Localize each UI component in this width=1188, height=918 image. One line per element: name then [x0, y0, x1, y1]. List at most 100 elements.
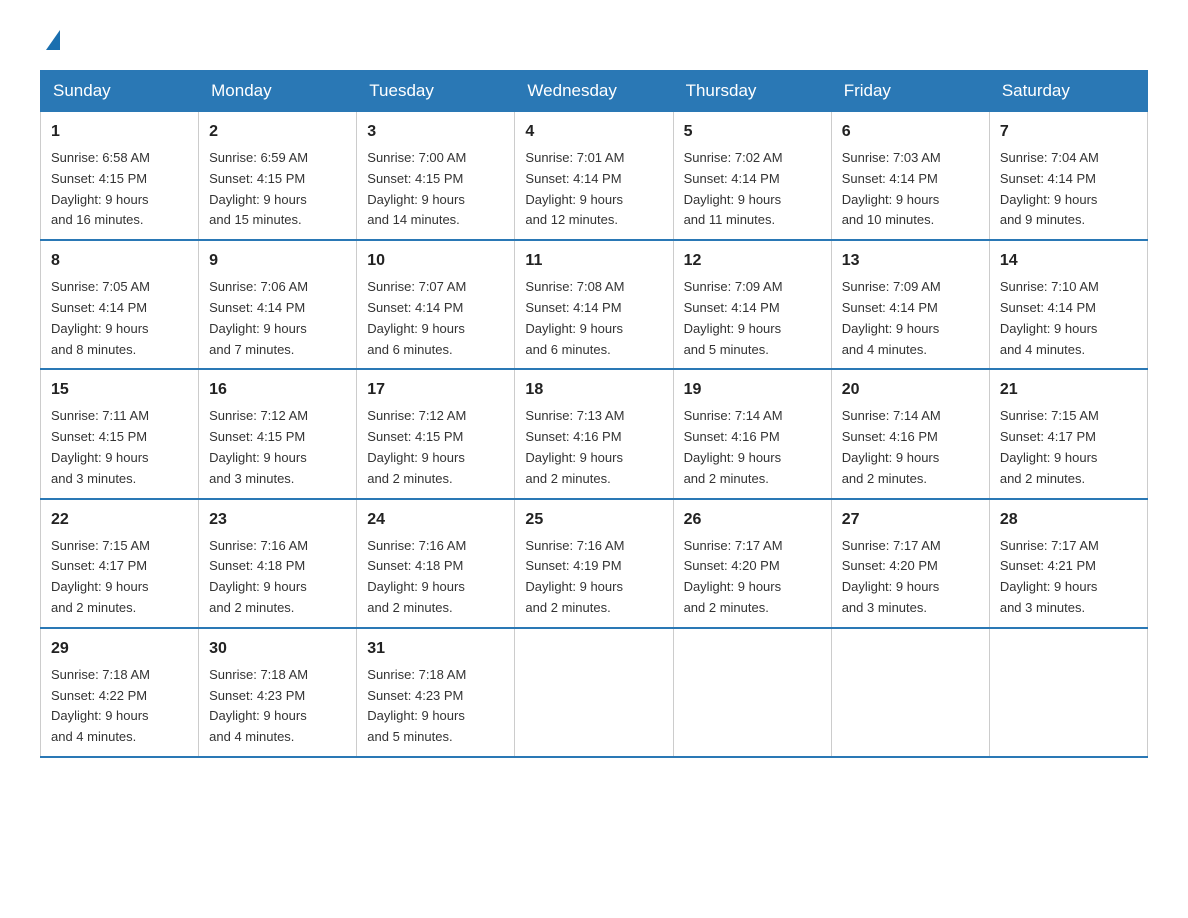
table-row: 16 Sunrise: 7:12 AMSunset: 4:15 PMDaylig… [199, 369, 357, 498]
day-number: 14 [1000, 249, 1137, 273]
table-row: 11 Sunrise: 7:08 AMSunset: 4:14 PMDaylig… [515, 240, 673, 369]
day-info: Sunrise: 7:11 AMSunset: 4:15 PMDaylight:… [51, 408, 149, 485]
header-monday: Monday [199, 71, 357, 112]
day-info: Sunrise: 6:58 AMSunset: 4:15 PMDaylight:… [51, 150, 150, 227]
day-number: 23 [209, 508, 346, 532]
day-info: Sunrise: 7:10 AMSunset: 4:14 PMDaylight:… [1000, 279, 1099, 356]
table-row: 13 Sunrise: 7:09 AMSunset: 4:14 PMDaylig… [831, 240, 989, 369]
header-sunday: Sunday [41, 71, 199, 112]
day-info: Sunrise: 7:03 AMSunset: 4:14 PMDaylight:… [842, 150, 941, 227]
calendar-week-row: 15 Sunrise: 7:11 AMSunset: 4:15 PMDaylig… [41, 369, 1148, 498]
day-number: 20 [842, 378, 979, 402]
day-info: Sunrise: 7:18 AMSunset: 4:23 PMDaylight:… [209, 667, 308, 744]
table-row: 24 Sunrise: 7:16 AMSunset: 4:18 PMDaylig… [357, 499, 515, 628]
day-info: Sunrise: 7:12 AMSunset: 4:15 PMDaylight:… [367, 408, 466, 485]
day-info: Sunrise: 7:14 AMSunset: 4:16 PMDaylight:… [684, 408, 783, 485]
day-number: 4 [525, 120, 662, 144]
table-row: 10 Sunrise: 7:07 AMSunset: 4:14 PMDaylig… [357, 240, 515, 369]
logo-triangle-icon [46, 30, 60, 50]
day-number: 12 [684, 249, 821, 273]
day-number: 22 [51, 508, 188, 532]
day-info: Sunrise: 7:13 AMSunset: 4:16 PMDaylight:… [525, 408, 624, 485]
day-number: 16 [209, 378, 346, 402]
day-info: Sunrise: 7:09 AMSunset: 4:14 PMDaylight:… [842, 279, 941, 356]
day-info: Sunrise: 7:01 AMSunset: 4:14 PMDaylight:… [525, 150, 624, 227]
day-info: Sunrise: 7:06 AMSunset: 4:14 PMDaylight:… [209, 279, 308, 356]
day-info: Sunrise: 7:09 AMSunset: 4:14 PMDaylight:… [684, 279, 783, 356]
day-number: 18 [525, 378, 662, 402]
table-row: 17 Sunrise: 7:12 AMSunset: 4:15 PMDaylig… [357, 369, 515, 498]
header-saturday: Saturday [989, 71, 1147, 112]
day-info: Sunrise: 7:14 AMSunset: 4:16 PMDaylight:… [842, 408, 941, 485]
day-info: Sunrise: 7:17 AMSunset: 4:20 PMDaylight:… [842, 538, 941, 615]
calendar-week-row: 8 Sunrise: 7:05 AMSunset: 4:14 PMDayligh… [41, 240, 1148, 369]
table-row: 29 Sunrise: 7:18 AMSunset: 4:22 PMDaylig… [41, 628, 199, 757]
day-number: 25 [525, 508, 662, 532]
day-number: 6 [842, 120, 979, 144]
day-info: Sunrise: 7:00 AMSunset: 4:15 PMDaylight:… [367, 150, 466, 227]
day-number: 8 [51, 249, 188, 273]
calendar-week-row: 22 Sunrise: 7:15 AMSunset: 4:17 PMDaylig… [41, 499, 1148, 628]
header-friday: Friday [831, 71, 989, 112]
logo [40, 30, 60, 50]
calendar-week-row: 1 Sunrise: 6:58 AMSunset: 4:15 PMDayligh… [41, 112, 1148, 241]
table-row: 25 Sunrise: 7:16 AMSunset: 4:19 PMDaylig… [515, 499, 673, 628]
day-info: Sunrise: 7:18 AMSunset: 4:22 PMDaylight:… [51, 667, 150, 744]
table-row: 5 Sunrise: 7:02 AMSunset: 4:14 PMDayligh… [673, 112, 831, 241]
day-number: 21 [1000, 378, 1137, 402]
logo-blue-text [40, 30, 60, 50]
table-row: 26 Sunrise: 7:17 AMSunset: 4:20 PMDaylig… [673, 499, 831, 628]
table-row: 31 Sunrise: 7:18 AMSunset: 4:23 PMDaylig… [357, 628, 515, 757]
table-row: 18 Sunrise: 7:13 AMSunset: 4:16 PMDaylig… [515, 369, 673, 498]
day-info: Sunrise: 7:05 AMSunset: 4:14 PMDaylight:… [51, 279, 150, 356]
day-number: 17 [367, 378, 504, 402]
table-row: 23 Sunrise: 7:16 AMSunset: 4:18 PMDaylig… [199, 499, 357, 628]
day-info: Sunrise: 7:16 AMSunset: 4:18 PMDaylight:… [209, 538, 308, 615]
calendar-week-row: 29 Sunrise: 7:18 AMSunset: 4:22 PMDaylig… [41, 628, 1148, 757]
day-info: Sunrise: 7:12 AMSunset: 4:15 PMDaylight:… [209, 408, 308, 485]
table-row: 15 Sunrise: 7:11 AMSunset: 4:15 PMDaylig… [41, 369, 199, 498]
day-number: 19 [684, 378, 821, 402]
day-number: 31 [367, 637, 504, 661]
day-info: Sunrise: 7:15 AMSunset: 4:17 PMDaylight:… [51, 538, 150, 615]
table-row: 27 Sunrise: 7:17 AMSunset: 4:20 PMDaylig… [831, 499, 989, 628]
table-row: 6 Sunrise: 7:03 AMSunset: 4:14 PMDayligh… [831, 112, 989, 241]
header-thursday: Thursday [673, 71, 831, 112]
table-row [989, 628, 1147, 757]
day-number: 7 [1000, 120, 1137, 144]
table-row [515, 628, 673, 757]
day-info: Sunrise: 7:15 AMSunset: 4:17 PMDaylight:… [1000, 408, 1099, 485]
day-number: 1 [51, 120, 188, 144]
table-row [831, 628, 989, 757]
calendar-table: Sunday Monday Tuesday Wednesday Thursday… [40, 70, 1148, 758]
header-wednesday: Wednesday [515, 71, 673, 112]
day-number: 11 [525, 249, 662, 273]
day-info: Sunrise: 7:02 AMSunset: 4:14 PMDaylight:… [684, 150, 783, 227]
day-number: 29 [51, 637, 188, 661]
day-info: Sunrise: 7:07 AMSunset: 4:14 PMDaylight:… [367, 279, 466, 356]
table-row: 8 Sunrise: 7:05 AMSunset: 4:14 PMDayligh… [41, 240, 199, 369]
table-row: 28 Sunrise: 7:17 AMSunset: 4:21 PMDaylig… [989, 499, 1147, 628]
day-number: 27 [842, 508, 979, 532]
day-number: 3 [367, 120, 504, 144]
day-number: 10 [367, 249, 504, 273]
day-number: 28 [1000, 508, 1137, 532]
day-info: Sunrise: 7:18 AMSunset: 4:23 PMDaylight:… [367, 667, 466, 744]
table-row: 22 Sunrise: 7:15 AMSunset: 4:17 PMDaylig… [41, 499, 199, 628]
day-number: 2 [209, 120, 346, 144]
table-row: 4 Sunrise: 7:01 AMSunset: 4:14 PMDayligh… [515, 112, 673, 241]
table-row: 19 Sunrise: 7:14 AMSunset: 4:16 PMDaylig… [673, 369, 831, 498]
header-tuesday: Tuesday [357, 71, 515, 112]
table-row: 3 Sunrise: 7:00 AMSunset: 4:15 PMDayligh… [357, 112, 515, 241]
table-row: 14 Sunrise: 7:10 AMSunset: 4:14 PMDaylig… [989, 240, 1147, 369]
calendar-header-row: Sunday Monday Tuesday Wednesday Thursday… [41, 71, 1148, 112]
table-row: 7 Sunrise: 7:04 AMSunset: 4:14 PMDayligh… [989, 112, 1147, 241]
table-row: 12 Sunrise: 7:09 AMSunset: 4:14 PMDaylig… [673, 240, 831, 369]
table-row: 21 Sunrise: 7:15 AMSunset: 4:17 PMDaylig… [989, 369, 1147, 498]
day-info: Sunrise: 7:08 AMSunset: 4:14 PMDaylight:… [525, 279, 624, 356]
day-info: Sunrise: 7:16 AMSunset: 4:18 PMDaylight:… [367, 538, 466, 615]
page-header [40, 30, 1148, 50]
day-number: 30 [209, 637, 346, 661]
day-number: 24 [367, 508, 504, 532]
table-row: 30 Sunrise: 7:18 AMSunset: 4:23 PMDaylig… [199, 628, 357, 757]
